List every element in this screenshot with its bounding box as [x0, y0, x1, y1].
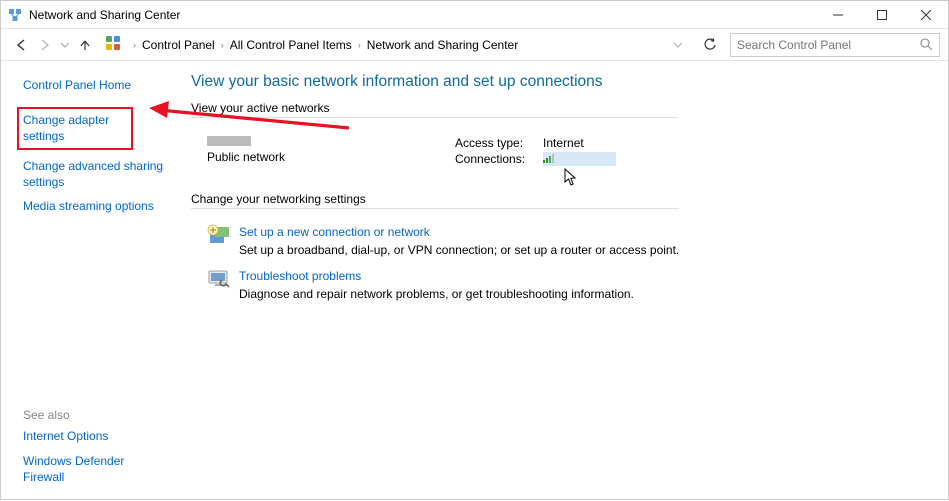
- sidebar-advanced-sharing[interactable]: Change advanced sharing settings: [23, 158, 169, 190]
- access-type-label: Access type:: [455, 136, 541, 150]
- setup-connection-item: Set up a new connection or network Set u…: [207, 225, 928, 257]
- content-area: Control Panel Home Change adapter settin…: [1, 61, 948, 501]
- troubleshoot-link[interactable]: Troubleshoot problems: [239, 269, 634, 283]
- nav-back-button[interactable]: [10, 34, 32, 56]
- sidebar-media-streaming[interactable]: Media streaming options: [23, 198, 169, 214]
- change-settings-label: Change your networking settings: [191, 192, 928, 206]
- see-also-heading: See also: [23, 408, 169, 422]
- connections-label: Connections:: [455, 152, 541, 166]
- sidebar: Control Panel Home Change adapter settin…: [1, 61, 181, 501]
- breadcrumb-dropdown-icon[interactable]: [667, 34, 689, 56]
- main-panel: View your basic network information and …: [181, 61, 948, 501]
- connection-link[interactable]: [543, 152, 616, 166]
- window-controls: [816, 1, 948, 29]
- network-info-right: Access type: Internet Connections:: [453, 134, 618, 168]
- active-networks-label: View your active networks: [191, 101, 928, 115]
- title-bar: Network and Sharing Center: [1, 1, 948, 29]
- nav-forward-button[interactable]: [34, 34, 56, 56]
- access-type-value: Internet: [543, 136, 616, 150]
- network-center-icon: [7, 7, 23, 23]
- chevron-right-icon[interactable]: ›: [221, 40, 224, 50]
- search-icon: [920, 38, 933, 51]
- maximize-button[interactable]: [860, 1, 904, 29]
- control-panel-icon: [105, 35, 121, 54]
- connection-name-redacted: [558, 153, 614, 165]
- breadcrumb: › Control Panel › All Control Panel Item…: [127, 38, 518, 52]
- search-field[interactable]: [737, 38, 920, 52]
- recent-locations-dropdown[interactable]: [58, 34, 72, 56]
- network-name-redacted: [207, 136, 251, 146]
- search-input[interactable]: [730, 33, 940, 57]
- window-title: Network and Sharing Center: [29, 8, 180, 22]
- network-entry: Public network Access type: Internet Con…: [191, 134, 928, 168]
- setup-connection-icon: [207, 223, 231, 247]
- refresh-button[interactable]: [698, 33, 722, 57]
- close-button[interactable]: [904, 1, 948, 29]
- setup-connection-link[interactable]: Set up a new connection or network: [239, 225, 679, 239]
- divider: [191, 208, 679, 209]
- see-also-section: See also Internet Options Windows Defend…: [23, 408, 169, 491]
- crumb-current[interactable]: Network and Sharing Center: [367, 38, 518, 52]
- network-type: Public network: [207, 150, 453, 164]
- network-info-left: Public network: [207, 134, 453, 168]
- nav-up-button[interactable]: [74, 34, 96, 56]
- see-also-firewall[interactable]: Windows Defender Firewall: [23, 453, 169, 485]
- sidebar-change-adapter[interactable]: Change adapter settings: [17, 107, 133, 149]
- crumb-all-items[interactable]: All Control Panel Items: [230, 38, 352, 52]
- troubleshoot-icon: [207, 267, 231, 291]
- wifi-signal-icon: [543, 152, 554, 166]
- setup-connection-desc: Set up a broadband, dial-up, or VPN conn…: [239, 243, 679, 257]
- crumb-control-panel[interactable]: Control Panel: [142, 38, 215, 52]
- chevron-right-icon[interactable]: ›: [358, 40, 361, 50]
- minimize-button[interactable]: [816, 1, 860, 29]
- sidebar-control-panel-home[interactable]: Control Panel Home: [23, 77, 169, 93]
- troubleshoot-item: Troubleshoot problems Diagnose and repai…: [207, 269, 928, 301]
- toolbar: › Control Panel › All Control Panel Item…: [1, 29, 948, 61]
- see-also-internet-options[interactable]: Internet Options: [23, 428, 169, 444]
- divider: [191, 117, 679, 118]
- main-heading: View your basic network information and …: [191, 73, 928, 91]
- chevron-right-icon[interactable]: ›: [133, 40, 136, 50]
- troubleshoot-desc: Diagnose and repair network problems, or…: [239, 287, 634, 301]
